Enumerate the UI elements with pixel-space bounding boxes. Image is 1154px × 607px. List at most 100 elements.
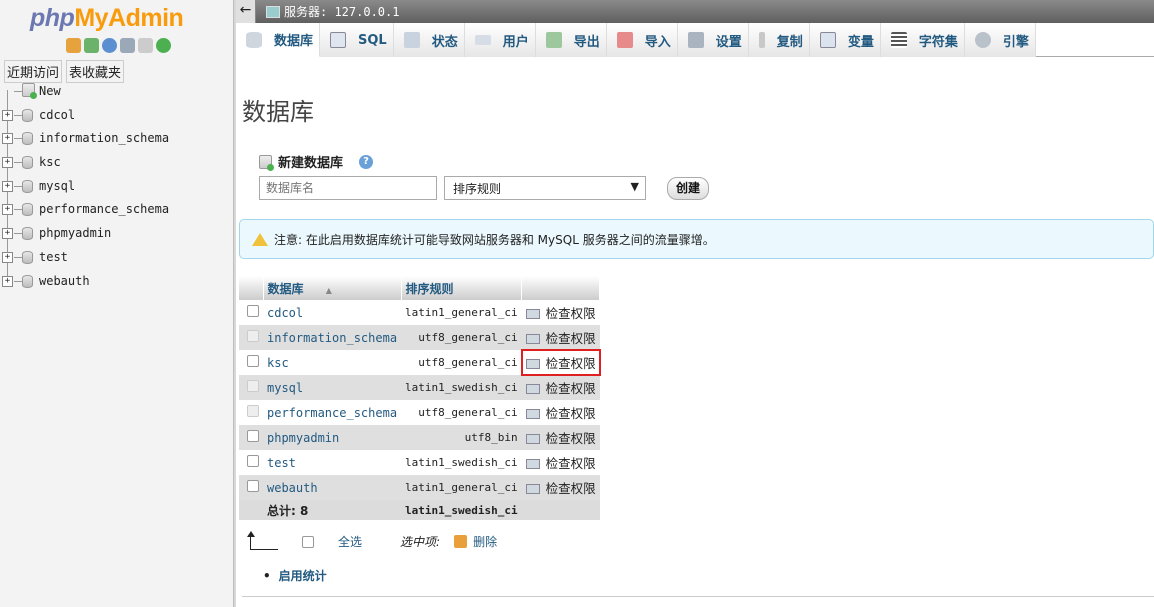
tree-item-mysql[interactable]: + mysql xyxy=(0,174,230,199)
tree-item-new[interactable]: New xyxy=(0,80,230,104)
database-link[interactable]: cdcol xyxy=(267,306,303,320)
database-name-input[interactable] xyxy=(259,176,437,200)
collation-select[interactable]: 排序规则 ▼ xyxy=(444,176,646,200)
expand-icon[interactable]: + xyxy=(2,180,13,192)
check-privileges-link[interactable]: 检查权限 xyxy=(521,325,600,350)
check-privileges-link[interactable]: 检查权限 xyxy=(521,300,600,325)
check-privileges-link[interactable]: 检查权限 xyxy=(521,475,600,500)
delete-button[interactable]: 删除 xyxy=(454,533,497,550)
table-row: mysql latin1_swedish_ci 检查权限 xyxy=(239,375,600,400)
collation-cell: utf8_general_ci xyxy=(401,350,522,375)
tree-item-ksc[interactable]: + ksc xyxy=(0,151,230,175)
tree-item-cdcol[interactable]: + cdcol xyxy=(0,103,230,128)
collation-cell: latin1_general_ci xyxy=(401,300,522,325)
select-all-label[interactable]: 全选 xyxy=(338,533,362,550)
enable-statistics-link[interactable]: 启用统计 xyxy=(263,567,327,584)
tab-databases[interactable]: 数据库 xyxy=(236,23,321,57)
create-button[interactable]: 创建 xyxy=(667,177,709,200)
database-link[interactable]: information_schema xyxy=(267,331,397,345)
row-checkbox xyxy=(247,405,259,417)
with-selected-label: 选中项: xyxy=(400,535,441,549)
exit-icon[interactable] xyxy=(84,38,99,53)
tab-users[interactable]: 用户 xyxy=(464,23,536,57)
charset-icon xyxy=(890,32,907,48)
table-row: phpmyadmin utf8_bin 检查权限 xyxy=(239,425,600,450)
row-checkbox[interactable] xyxy=(247,305,259,317)
collation-cell: latin1_general_ci xyxy=(401,475,522,500)
bulk-actions: 全选 选中项: 删除 xyxy=(247,530,497,550)
expand-icon[interactable]: + xyxy=(2,157,13,169)
expand-icon[interactable]: + xyxy=(2,251,13,263)
collation-cell: latin1_swedish_ci xyxy=(401,375,522,400)
check-privileges-link[interactable]: 检查权限 xyxy=(521,375,600,400)
expand-icon[interactable]: + xyxy=(2,109,13,121)
database-link[interactable]: ksc xyxy=(267,356,289,370)
tab-settings[interactable]: 设置 xyxy=(677,23,749,57)
expand-icon[interactable]: + xyxy=(2,228,13,240)
col-database[interactable]: 数据库 ▲ xyxy=(263,276,402,300)
expand-icon[interactable]: + xyxy=(2,204,13,216)
row-checkbox[interactable] xyxy=(247,430,259,442)
docs-icon[interactable] xyxy=(120,38,135,53)
total-count: 总计: 8 xyxy=(263,500,402,520)
tree-item-webauth[interactable]: + webauth xyxy=(0,269,230,294)
collation-cell: utf8_general_ci xyxy=(401,325,522,350)
databases-table: 数据库 ▲ 排序规则 cdcol latin1_general_ci 检查权限 … xyxy=(239,276,601,520)
help-icon[interactable]: ? xyxy=(359,154,374,169)
query-window-icon[interactable] xyxy=(102,38,117,53)
tab-charsets[interactable]: 字符集 xyxy=(880,23,965,57)
row-checkbox[interactable] xyxy=(247,355,259,367)
collapse-nav-button[interactable]: ← xyxy=(236,0,256,23)
tab-replication[interactable]: 复制 xyxy=(748,23,810,57)
tab-status[interactable]: 状态 xyxy=(393,23,465,57)
tree-item-information-schema[interactable]: + information_schema xyxy=(0,127,230,152)
select-all-checkbox[interactable] xyxy=(302,535,314,548)
server-icon xyxy=(266,5,280,18)
table-row: ksc utf8_general_ci 检查权限 xyxy=(239,349,601,376)
total-collation: latin1_swedish_ci xyxy=(401,500,522,520)
database-link[interactable]: mysql xyxy=(267,381,303,395)
panel-resizer[interactable] xyxy=(233,0,236,607)
check-privileges-link-highlighted[interactable]: 检查权限 xyxy=(520,349,601,376)
database-link[interactable]: phpmyadmin xyxy=(267,431,339,445)
row-checkbox[interactable] xyxy=(247,455,259,467)
phpmyadmin-logo[interactable]: phpMyAdmin xyxy=(30,4,184,33)
new-db-icon xyxy=(259,154,274,171)
home-icon[interactable] xyxy=(66,38,81,53)
tab-variables[interactable]: 变量 xyxy=(809,23,881,57)
database-link[interactable]: performance_schema xyxy=(267,406,397,420)
check-privileges-link[interactable]: 检查权限 xyxy=(521,425,600,450)
dropdown-arrow-icon: ▼ xyxy=(630,180,639,193)
settings-icon[interactable] xyxy=(138,38,153,53)
tab-sql[interactable]: SQL xyxy=(320,23,394,57)
tab-import[interactable]: 导入 xyxy=(606,23,678,57)
database-link[interactable]: webauth xyxy=(267,481,318,495)
tree-item-performance-schema[interactable]: + performance_schema xyxy=(0,198,230,223)
table-row: test latin1_swedish_ci 检查权限 xyxy=(239,450,600,475)
check-privileges-link[interactable]: 检查权限 xyxy=(521,450,600,475)
reload-icon[interactable] xyxy=(156,38,171,53)
privileges-icon xyxy=(525,434,540,444)
users-icon xyxy=(474,35,491,45)
database-icon xyxy=(22,132,33,146)
privileges-icon xyxy=(525,334,540,344)
nav-icon-bar xyxy=(66,38,171,53)
server-breadcrumb[interactable]: 服务器: 127.0.0.1 xyxy=(266,3,399,20)
expand-icon[interactable]: + xyxy=(2,133,13,145)
privileges-icon xyxy=(525,409,540,419)
col-collation[interactable]: 排序规则 xyxy=(401,276,523,300)
tab-export[interactable]: 导出 xyxy=(535,23,607,57)
expand-icon[interactable]: + xyxy=(2,275,13,287)
engine-icon xyxy=(974,32,991,48)
import-icon xyxy=(616,32,633,48)
row-checkbox[interactable] xyxy=(247,480,259,492)
tree-item-phpmyadmin[interactable]: + phpmyadmin xyxy=(0,222,230,246)
table-header: 数据库 ▲ 排序规则 xyxy=(239,276,601,300)
total-row: 总计: 8 latin1_swedish_ci xyxy=(239,500,600,520)
database-link[interactable]: test xyxy=(267,456,296,470)
check-privileges-link[interactable]: 检查权限 xyxy=(521,400,600,425)
tree-item-test[interactable]: + test xyxy=(0,245,230,270)
arrow-up-icon xyxy=(247,530,278,550)
status-icon xyxy=(403,32,420,48)
tab-engines[interactable]: 引擎 xyxy=(964,23,1036,57)
